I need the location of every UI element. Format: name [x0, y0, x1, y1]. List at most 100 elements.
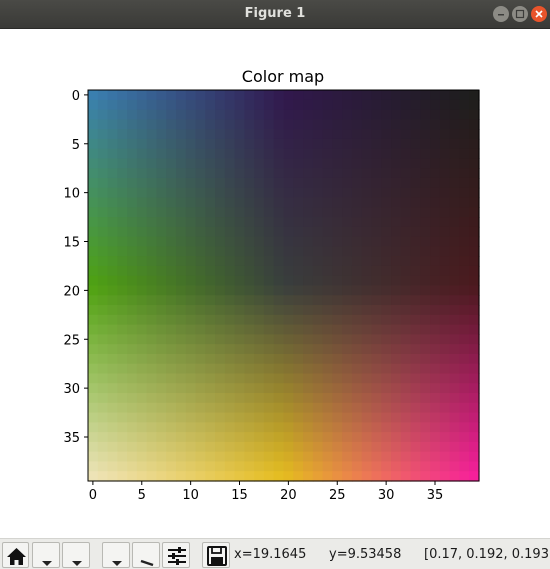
heatmap-cell [117, 353, 128, 365]
close-button[interactable] [531, 6, 547, 22]
heatmap-cell [224, 99, 236, 111]
heatmap-cell [381, 432, 392, 443]
heatmap-cell [215, 275, 226, 287]
heatmap-cell [127, 177, 138, 189]
pan-button[interactable] [102, 542, 130, 568]
heatmap-cell [215, 363, 226, 375]
heatmap-cell [146, 295, 158, 306]
heatmap-cell [185, 256, 197, 267]
heatmap-cell [410, 305, 421, 316]
zoom-button[interactable] [132, 542, 160, 568]
heatmap-cell [351, 138, 363, 150]
maximize-button[interactable] [512, 6, 528, 22]
heatmap-cell [459, 217, 470, 228]
forward-button[interactable] [62, 542, 90, 568]
heatmap-cell [254, 265, 265, 277]
minimize-button[interactable] [493, 6, 509, 22]
heatmap-cell [273, 187, 285, 199]
heatmap-cell [342, 344, 353, 355]
heatmap-cell [127, 402, 138, 414]
heatmap-cell [205, 285, 216, 296]
heatmap-cell [205, 217, 216, 228]
heatmap-cell [185, 344, 197, 355]
back-button[interactable] [32, 542, 60, 568]
heatmap-cell [381, 441, 392, 453]
heatmap-cell [254, 226, 265, 238]
heatmap-cell [263, 471, 275, 482]
heatmap-cell [371, 177, 382, 189]
heatmap-cell [410, 236, 421, 248]
figure-canvas[interactable]: Color map 0 5 10 15 20 25 30 35 0 5 10 15 20 25 30 35 [0, 30, 550, 538]
heatmap-cell [185, 353, 197, 365]
heatmap-cell [303, 441, 314, 453]
heatmap-cell [273, 373, 285, 384]
heatmap-cell [136, 265, 148, 277]
heatmap-cell [430, 383, 441, 394]
heatmap-cell [136, 236, 148, 248]
heatmap-cell [332, 187, 343, 199]
heatmap-cell [351, 344, 363, 355]
heatmap-cell [449, 226, 461, 238]
heatmap-cell [215, 353, 226, 365]
heatmap-cell [351, 471, 363, 482]
heatmap-cell [391, 334, 402, 345]
heatmap-cell [97, 393, 109, 404]
heatmap-cell [263, 334, 275, 345]
heatmap-cell [117, 217, 128, 228]
heatmap-cell [88, 353, 99, 365]
heatmap-cell [97, 275, 109, 287]
heatmap-cell [205, 90, 216, 101]
configure-subplots-button[interactable] [162, 542, 190, 568]
heatmap-cell [244, 129, 255, 140]
y-tick-label: 20 [63, 284, 80, 299]
heatmap-cell [400, 109, 412, 120]
heatmap-cell [449, 363, 461, 375]
heatmap-cell [88, 129, 99, 140]
heatmap-cell [146, 412, 158, 423]
heatmap-cell [234, 441, 246, 453]
heatmap-cell [312, 432, 324, 443]
heatmap-cell [244, 295, 255, 306]
heatmap-cell [410, 344, 421, 355]
heatmap-cell [205, 324, 216, 335]
heatmap-cell [322, 383, 333, 394]
heatmap-cell [420, 363, 431, 375]
heatmap-cell [273, 285, 285, 296]
heatmap-cell [156, 383, 167, 394]
heatmap-cell [439, 314, 451, 326]
heatmap-cell [332, 353, 343, 365]
heatmap-cell [293, 265, 304, 277]
heatmap-cell [234, 129, 246, 140]
heatmap-cell [381, 295, 392, 306]
heatmap-cell [166, 217, 177, 228]
heatmap-cell [185, 314, 197, 326]
heatmap-cell [293, 295, 304, 306]
heatmap-cell [322, 226, 333, 238]
heatmap-cell [391, 129, 402, 140]
heatmap-cell [215, 168, 226, 179]
heatmap-cell [254, 412, 265, 423]
heatmap-cell [469, 275, 480, 287]
heatmap-cell [224, 422, 236, 433]
heatmap-cell [127, 471, 138, 482]
x-tick-label: 5 [138, 488, 146, 503]
heatmap-cell [127, 109, 138, 120]
heatmap-cell [273, 109, 285, 120]
heatmap-cell [449, 265, 461, 277]
heatmap-cell [107, 344, 118, 355]
save-button[interactable] [202, 542, 230, 568]
heatmap-cell [136, 99, 148, 111]
home-button[interactable] [2, 542, 29, 568]
heatmap-cell [146, 90, 158, 101]
heatmap-cell [263, 265, 275, 277]
y-tick-label: 30 [63, 382, 80, 397]
heatmap-cell [283, 461, 294, 472]
heatmap-cell [322, 441, 333, 453]
heatmap-cell [332, 412, 343, 423]
heatmap-cell [107, 353, 118, 365]
heatmap-cell [361, 383, 373, 394]
heatmap-cell [175, 383, 187, 394]
heatmap-cell [136, 138, 148, 150]
heatmap-cell [156, 324, 167, 335]
heatmap-cell [371, 246, 382, 257]
